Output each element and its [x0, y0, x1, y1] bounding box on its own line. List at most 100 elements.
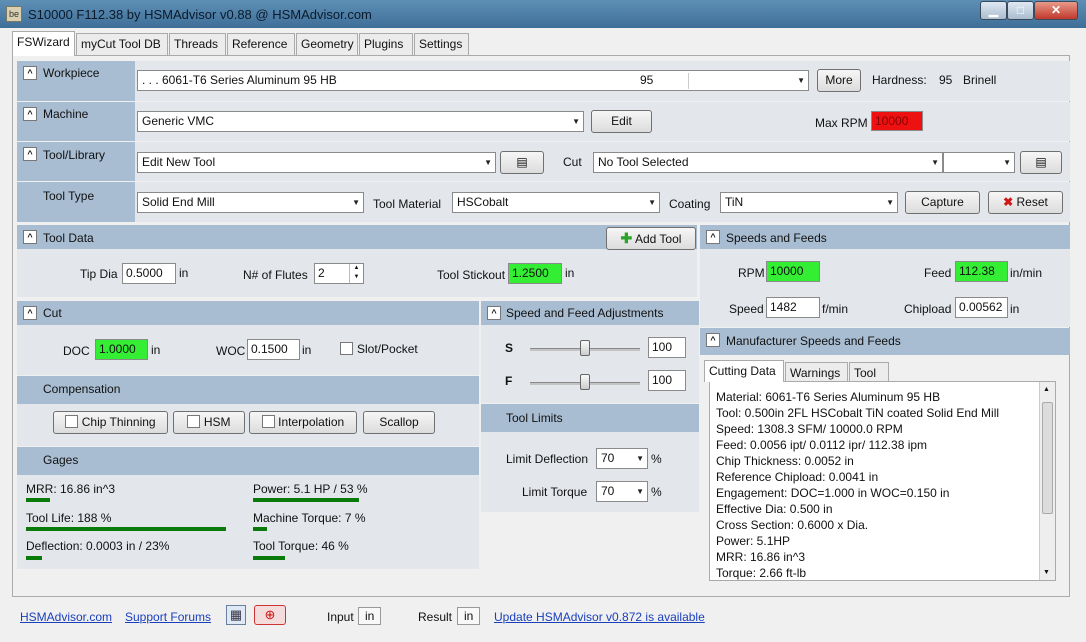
chip-thinning-checkbox[interactable] [65, 415, 79, 428]
tab-geometry[interactable]: Geometry [296, 33, 358, 55]
tool-material-label: Tool Material [373, 197, 442, 211]
collapse-icon[interactable]: ^ [487, 306, 501, 320]
flutes-stepper[interactable]: 2 ▲ ▼ [314, 263, 364, 284]
slot-pocket-checkbox[interactable] [340, 342, 353, 355]
manufacturer-label: Manufacturer Speeds and Feeds [726, 334, 901, 348]
chevron-down-icon: ▼ [352, 198, 360, 207]
mrr-gage-label: MRR: 16.86 in^3 [26, 482, 116, 496]
chipload-field[interactable]: 0.00562 [955, 297, 1008, 318]
tab-cutting-data[interactable]: Cutting Data [704, 360, 784, 382]
collapse-icon[interactable]: ^ [23, 147, 37, 161]
tool-type-label: Tool Type [43, 189, 95, 203]
update-link[interactable]: Update HSMAdvisor v0.872 is available [494, 610, 705, 624]
lifebuoy-icon[interactable]: ⊕ [254, 605, 286, 625]
deflection-gage-label: Deflection: 0.0003 in / 23% [26, 539, 170, 553]
tab-reference[interactable]: Reference [227, 33, 295, 55]
collapse-icon[interactable]: ^ [706, 230, 720, 244]
machine-torque-gage-label: Machine Torque: 7 % [253, 511, 366, 525]
hsm-checkbox[interactable] [187, 415, 201, 428]
tab-threads[interactable]: Threads [169, 33, 226, 55]
add-tool-button[interactable]: ✚ Add Tool [606, 227, 696, 250]
tool-type-select[interactable]: Solid End Mill ▼ [137, 192, 364, 213]
tool-data-header [17, 225, 697, 249]
feed-slider-handle[interactable] [580, 374, 590, 390]
title-bar[interactable]: be S10000 F112.38 by HSMAdvisor v0.88 @ … [0, 0, 1086, 28]
cut-subselect[interactable]: ▼ [943, 152, 1015, 173]
app-icon[interactable]: be [6, 6, 22, 22]
doc-field[interactable]: 1.0000 [95, 339, 148, 360]
tab-tool[interactable]: Tool [849, 362, 889, 382]
chip-thinning-toggle[interactable]: Chip Thinning [53, 411, 168, 434]
scallop-button[interactable]: Scallop [363, 411, 435, 434]
f-label: F [505, 374, 513, 388]
speed-slider-handle[interactable] [580, 340, 590, 356]
tip-dia-unit: in [179, 266, 189, 280]
hsmadvisor-link[interactable]: HSMAdvisor.com [20, 610, 112, 624]
collapse-icon[interactable]: ^ [23, 66, 37, 80]
scroll-up-icon[interactable]: ▲ [1043, 386, 1050, 393]
capture-button[interactable]: Capture [905, 191, 980, 214]
input-unit[interactable]: in [358, 607, 382, 625]
vertical-scrollbar[interactable]: ▲ ▼ [1039, 382, 1055, 580]
rpm-field[interactable]: 10000 [766, 261, 820, 282]
divider [688, 73, 689, 89]
tool-material-select[interactable]: HSCobalt ▼ [452, 192, 660, 213]
interpolation-checkbox[interactable] [261, 415, 275, 428]
close-button[interactable]: ✕ [1034, 1, 1078, 20]
feed-unit: in/min [1010, 266, 1043, 280]
tool-material-value: HSCobalt [457, 195, 509, 209]
cut-select[interactable]: No Tool Selected ▼ [593, 152, 943, 173]
reset-button[interactable]: ✖ Reset [988, 191, 1063, 214]
cutting-data-line: Material: 6061-T6 Series Aluminum 95 HB [716, 390, 941, 404]
collapse-icon[interactable]: ^ [706, 333, 720, 347]
interpolation-toggle[interactable]: Interpolation [249, 411, 357, 434]
woc-field[interactable]: 0.1500 [247, 339, 300, 360]
hardness-unit: Brinell [963, 73, 997, 87]
edit-machine-button[interactable]: Edit [591, 110, 652, 133]
collapse-icon[interactable]: ^ [23, 230, 37, 244]
scrollbar-thumb[interactable] [1042, 402, 1053, 514]
browse-icon: ▤ [516, 155, 528, 169]
speed-field[interactable]: 1482 [766, 297, 820, 318]
tab-settings[interactable]: Settings [414, 33, 469, 55]
power-gage-bar [253, 498, 359, 502]
maximize-button[interactable]: □ [1007, 1, 1034, 20]
machine-select[interactable]: Generic VMC ▼ [137, 111, 584, 132]
speed-adjust-field[interactable]: 100 [648, 337, 686, 358]
minimize-button[interactable]: ▁ [980, 1, 1007, 20]
tool-life-gage-bar [26, 527, 226, 531]
cut-browse-button[interactable]: ▤ [1020, 151, 1062, 174]
speed-label: Speed [729, 302, 764, 316]
tool-select[interactable]: Edit New Tool ▼ [137, 152, 496, 173]
calculator-icon[interactable]: ▦ [226, 605, 246, 625]
result-unit[interactable]: in [457, 607, 481, 625]
compensation-label: Compensation [43, 382, 121, 396]
support-forums-link[interactable]: Support Forums [125, 610, 211, 624]
more-button[interactable]: More [817, 69, 861, 92]
tip-dia-field[interactable]: 0.5000 [122, 263, 176, 284]
coating-select[interactable]: TiN ▼ [720, 192, 898, 213]
feed-adjust-field[interactable]: 100 [648, 370, 686, 391]
chevron-down-icon: ▼ [797, 76, 805, 85]
scroll-down-icon[interactable]: ▼ [1043, 569, 1050, 576]
tab-plugins[interactable]: Plugins [359, 33, 413, 55]
stickout-unit: in [565, 266, 575, 280]
tab-fswizard[interactable]: FSWizard [12, 31, 75, 56]
hsm-toggle[interactable]: HSM [173, 411, 245, 434]
chip-thinning-label: Chip Thinning [81, 415, 156, 429]
cutting-data-text[interactable]: Material: 6061-T6 Series Aluminum 95 HB … [709, 381, 1056, 581]
input-label: Input [327, 610, 354, 624]
max-rpm-field[interactable]: 10000 [871, 111, 923, 131]
collapse-icon[interactable]: ^ [23, 306, 37, 320]
tab-mycut-tool-db[interactable]: myCut Tool DB [76, 33, 168, 55]
tool-browse-button[interactable]: ▤ [500, 151, 544, 174]
collapse-icon[interactable]: ^ [23, 107, 37, 121]
tab-warnings[interactable]: Warnings [785, 362, 848, 382]
limit-torque-select[interactable]: 70 ▼ [596, 481, 648, 502]
material-select[interactable]: . . . 6061-T6 Series Aluminum 95 HB 95 ▼ [137, 70, 809, 91]
stickout-field[interactable]: 1.2500 [508, 263, 562, 284]
stepper-arrows-icon[interactable]: ▲ ▼ [349, 264, 363, 283]
tip-dia-label: Tip Dia [80, 267, 118, 281]
feed-field[interactable]: 112.38 [955, 261, 1008, 282]
limit-deflection-select[interactable]: 70 ▼ [596, 448, 648, 469]
